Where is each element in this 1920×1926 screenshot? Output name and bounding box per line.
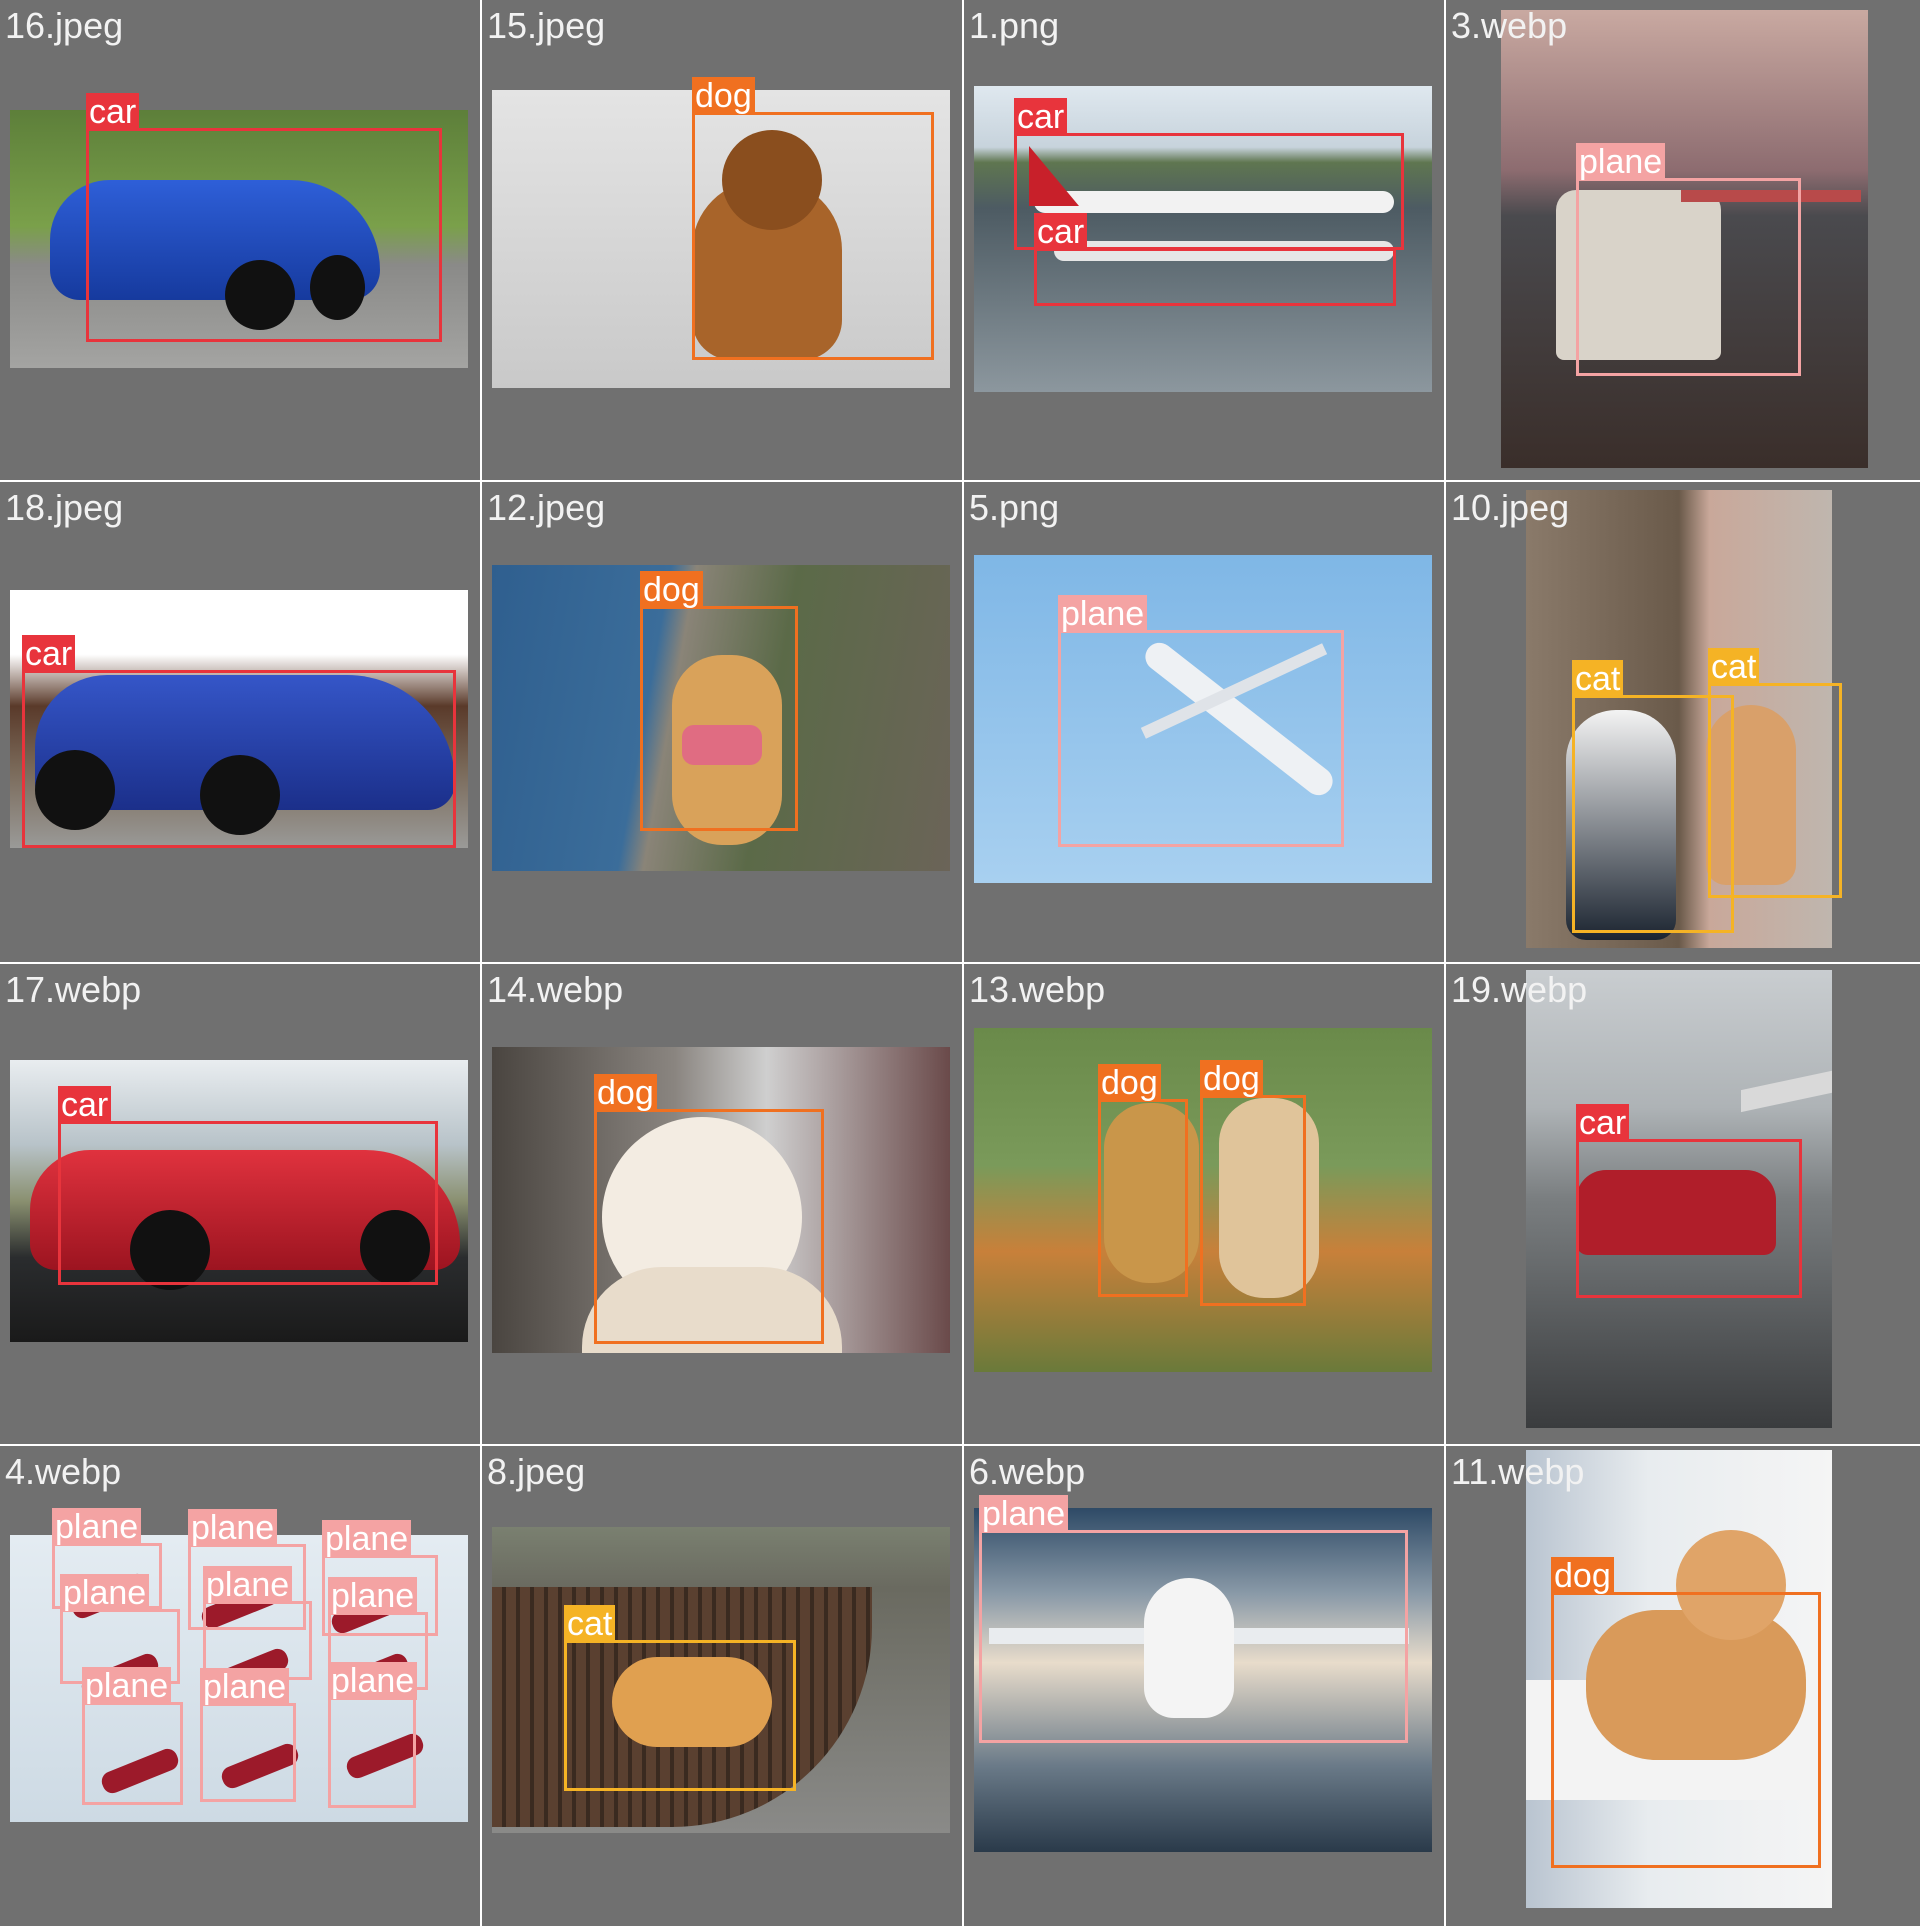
class-label: cat: [564, 1605, 616, 1643]
image-tile: 12.jpeg dog: [482, 482, 962, 962]
class-label: dog: [640, 571, 703, 609]
class-label: dog: [1200, 1060, 1263, 1098]
detection-results-grid: 16.jpeg car 15.jpeg dog 1.png car car 3.webp pla…: [0, 0, 1920, 1926]
bounding-box-plane: plane: [1058, 595, 1344, 847]
image-tile: 10.jpeg cat cat: [1446, 482, 1920, 962]
class-label: dog: [1098, 1064, 1161, 1102]
filename-label: 15.jpeg: [487, 5, 606, 46]
bounding-box-dog: dog: [640, 571, 798, 831]
class-label: plane: [1576, 143, 1666, 181]
image-tile: 15.jpeg dog: [482, 0, 962, 480]
image-tile: 8.jpeg cat: [482, 1446, 962, 1926]
image-tile: 19.webp car: [1446, 964, 1920, 1444]
filename-label: 10.jpeg: [1451, 487, 1570, 528]
bounding-box-plane: plane: [82, 1667, 183, 1805]
class-label: plane: [1058, 595, 1148, 633]
filename-label: 14.webp: [487, 969, 624, 1010]
image-tile: 1.png car car: [964, 0, 1444, 480]
image-tile: 18.jpeg car: [0, 482, 480, 962]
class-label: car: [22, 635, 76, 673]
class-label: car: [86, 93, 140, 131]
class-label: plane: [979, 1495, 1069, 1533]
filename-label: 5.png: [969, 487, 1060, 528]
class-label: plane: [52, 1508, 142, 1546]
class-label: plane: [200, 1668, 290, 1706]
filename-label: 8.jpeg: [487, 1451, 586, 1492]
bounding-box-cat: cat: [1708, 648, 1842, 898]
filename-label: 18.jpeg: [5, 487, 124, 528]
class-label: car: [1034, 213, 1088, 251]
image-tile: 16.jpeg car: [0, 0, 480, 480]
class-label: car: [1576, 1104, 1630, 1142]
bounding-box-car: car: [22, 635, 456, 848]
class-label: plane: [203, 1566, 293, 1604]
bounding-box-dog: dog: [692, 77, 934, 360]
class-label: plane: [328, 1662, 418, 1700]
filename-label: 6.webp: [969, 1451, 1086, 1492]
class-label: dog: [594, 1074, 657, 1112]
class-label: dog: [692, 77, 755, 115]
bounding-box-plane: plane: [979, 1495, 1408, 1743]
filename-label: 19.webp: [1451, 969, 1588, 1010]
filename-label: 4.webp: [5, 1451, 122, 1492]
image-tile: 17.webp car: [0, 964, 480, 1444]
filename-label: 13.webp: [969, 969, 1106, 1010]
canopy: [1741, 1069, 1832, 1113]
class-label: car: [1014, 98, 1068, 136]
bounding-box-dog: dog: [1551, 1557, 1821, 1868]
bounding-box-car: car: [58, 1086, 438, 1285]
bounding-box-car: car: [86, 93, 442, 342]
image-tile: 6.webp plane: [964, 1446, 1444, 1926]
filename-label: 3.webp: [1451, 5, 1568, 46]
filename-label: 1.png: [969, 5, 1060, 46]
filename-label: 12.jpeg: [487, 487, 606, 528]
image-tile: 14.webp dog: [482, 964, 962, 1444]
class-label: cat: [1708, 648, 1760, 686]
image-tile: 4.webp plane plane plane plane plane plane plan…: [0, 1446, 480, 1926]
class-label: cat: [1572, 660, 1624, 698]
bounding-box-dog: dog: [1200, 1060, 1306, 1306]
class-label: plane: [188, 1509, 278, 1547]
bounding-box-car: car: [1576, 1104, 1802, 1298]
filename-label: 11.webp: [1451, 1451, 1585, 1492]
class-label: plane: [82, 1667, 172, 1705]
filename-label: 17.webp: [5, 969, 142, 1010]
class-label: plane: [322, 1520, 412, 1558]
bounding-box-dog: dog: [1098, 1064, 1188, 1297]
bounding-box-car: car: [1034, 213, 1396, 306]
image-tile: 3.webp plane: [1446, 0, 1920, 480]
class-label: plane: [60, 1574, 150, 1612]
class-label: plane: [328, 1577, 418, 1615]
bounding-box-plane: plane: [1576, 143, 1801, 376]
bounding-box-cat: cat: [564, 1605, 796, 1791]
bounding-box-plane: plane: [328, 1662, 418, 1808]
image-tile: 11.webp dog: [1446, 1446, 1920, 1926]
filename-label: 16.jpeg: [5, 5, 124, 46]
image-tile: 13.webp dog dog: [964, 964, 1444, 1444]
bounding-box-plane: plane: [200, 1668, 296, 1802]
class-label: dog: [1551, 1557, 1614, 1595]
bounding-box-dog: dog: [594, 1074, 824, 1344]
image-tile: 5.png plane: [964, 482, 1444, 962]
class-label: car: [58, 1086, 112, 1124]
